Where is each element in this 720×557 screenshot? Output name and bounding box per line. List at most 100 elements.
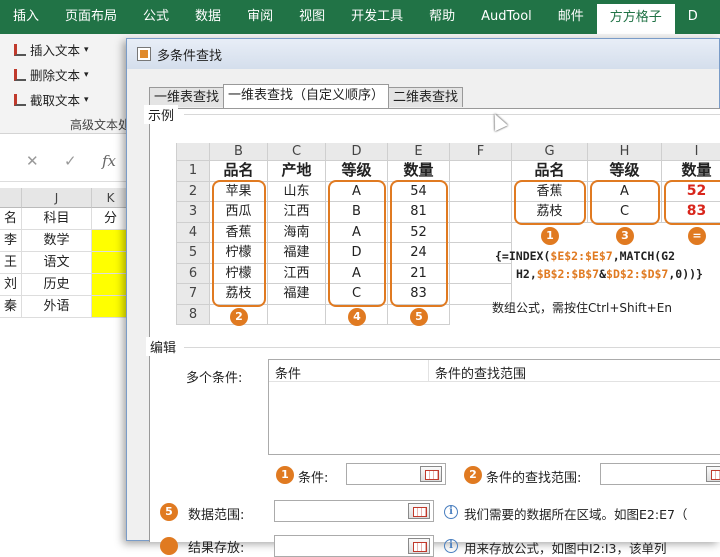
badge-1: 1	[276, 466, 294, 484]
grid-row-header: 5	[176, 243, 210, 264]
ribbon-tab[interactable]: D	[675, 0, 711, 34]
dialog-title-bar[interactable]: 多条件查找	[127, 39, 719, 69]
sheet-cell[interactable]: 分	[92, 208, 130, 230]
column-header-j[interactable]: J	[22, 188, 92, 208]
result-header-cell: 数量	[662, 161, 720, 182]
condition-range-label: 条件的查找范围:	[486, 471, 582, 486]
grid-column-header: F	[450, 143, 512, 161]
sheet-cell[interactable]: 语文	[22, 252, 92, 274]
ribbon-tab[interactable]: 方方格子	[596, 4, 675, 34]
sheet-cell[interactable]	[92, 252, 130, 274]
ribbon-tab[interactable]: 视图	[286, 0, 338, 34]
sheet-cell[interactable]	[92, 274, 130, 296]
sheet-cell[interactable]: 数学	[22, 230, 92, 252]
sheet-cell[interactable]: 李	[0, 230, 22, 252]
sheet-cell[interactable]: 科目	[22, 208, 92, 230]
grid-column-header: G	[512, 143, 588, 161]
ribbon-tab[interactable]: 数据	[182, 0, 234, 34]
ribbon-tab[interactable]: 插入	[0, 0, 52, 34]
tab-1d-lookup-custom-order[interactable]: 一维表查找（自定义顺序）	[223, 84, 390, 108]
grid-column-header: E	[388, 143, 450, 161]
ribbon-tab[interactable]: 公式	[130, 0, 182, 34]
conditions-list[interactable]: 条件 条件的查找范围	[268, 359, 720, 455]
column-condition[interactable]: 条件	[269, 360, 429, 382]
column-condition-range[interactable]: 条件的查找范围	[429, 360, 532, 382]
dialog-title: 多条件查找	[157, 48, 223, 64]
highlight-grade-column	[328, 179, 386, 307]
grid-column-header: H	[588, 143, 662, 161]
data-range-picker-button[interactable]	[408, 503, 430, 519]
grid-empty-cell	[450, 202, 512, 223]
badge-result-name: 1	[541, 226, 559, 245]
sheet-cell[interactable]: 秦	[0, 296, 22, 318]
edit-section-label: 编辑	[146, 337, 181, 356]
grid-empty-cell	[450, 181, 512, 202]
grid-row-header: 7	[176, 284, 210, 305]
worksheet[interactable]: J K 名科目分李数学王语文刘历史秦外语	[0, 188, 130, 541]
multi-condition-lookup-dialog: 多条件查找 一维表查找 一维表查找（自定义顺序） 二维表查找 示例 BCDEFG…	[126, 38, 720, 557]
badge-grade-column: 4	[348, 307, 366, 326]
sheet-cell[interactable]: 名	[0, 208, 22, 230]
grid-header-cell: 数量	[388, 161, 450, 182]
fx-icon[interactable]: fx	[102, 152, 116, 170]
tab-2d-lookup[interactable]: 二维表查找	[388, 87, 464, 107]
highlight-result-qty	[664, 179, 720, 225]
condition-range-picker-button[interactable]	[420, 466, 442, 482]
ribbon-tab[interactable]: 审阅	[234, 0, 286, 34]
cut-text-icon	[14, 93, 26, 106]
delete-text-button[interactable]: 删除文本 ▾	[14, 65, 89, 84]
sheet-cell[interactable]: 刘	[0, 274, 22, 296]
grid-row-header: 4	[176, 222, 210, 243]
ribbon-group-label: 高级文本处	[70, 118, 131, 132]
ribbon-tab[interactable]: 页面布局	[52, 0, 130, 34]
grid-data-cell: 海南	[268, 222, 326, 243]
data-range-label: 数据范围:	[188, 508, 245, 523]
badge-2: 2	[464, 466, 482, 484]
grid-header-cell: 产地	[268, 161, 326, 182]
cut-text-button[interactable]: 截取文本 ▾	[14, 90, 89, 109]
ribbon-tab[interactable]: 开发工具	[338, 0, 416, 34]
info-icon: i	[444, 539, 458, 553]
insert-text-button[interactable]: 插入文本 ▾	[14, 40, 89, 59]
enter-icon[interactable]: ✓	[64, 152, 77, 170]
formula-line-1: {=INDEX($E$2:$E$7,MATCH(G2	[495, 249, 676, 263]
column-header-i[interactable]	[0, 188, 22, 208]
sheet-cell[interactable]: 王	[0, 252, 22, 274]
sheet-cell[interactable]: 历史	[22, 274, 92, 296]
grid-column-header: B	[210, 143, 268, 161]
grid-data-cell: 福建	[268, 284, 326, 305]
ribbon-tab[interactable]: AudTool	[468, 0, 545, 34]
sheet-cell[interactable]	[92, 296, 130, 318]
column-header-k[interactable]: K	[92, 188, 130, 208]
highlight-result-name	[514, 179, 586, 225]
sheet-cell[interactable]	[92, 230, 130, 252]
badge-result	[160, 537, 178, 555]
grid-data-cell: 江西	[268, 263, 326, 284]
grid-empty-cell	[450, 161, 512, 182]
dialog-tabs: 一维表查找 一维表查找（自定义顺序） 二维表查找	[149, 84, 464, 108]
ribbon-tab[interactable]: 帮助	[416, 0, 468, 34]
result-location-picker-button[interactable]	[408, 538, 430, 554]
grid-data-cell: 江西	[268, 202, 326, 223]
multi-conditions-label: 多个条件:	[186, 371, 243, 386]
badge-result-qty: =	[688, 226, 706, 245]
app-icon	[137, 47, 151, 61]
edit-section-divider	[184, 347, 720, 348]
ribbon-tab[interactable]: 邮件	[545, 0, 597, 34]
grid-corner	[176, 143, 210, 161]
condition-label: 条件:	[298, 471, 329, 486]
grid-row-header: 6	[176, 263, 210, 284]
badge-qty-column: 5	[410, 307, 428, 326]
grid-column-header: C	[268, 143, 326, 161]
grid-row-header: 3	[176, 202, 210, 223]
conditions-list-header: 条件 条件的查找范围	[269, 360, 720, 382]
cancel-icon[interactable]: ✕	[26, 152, 39, 170]
highlight-name-column	[212, 179, 266, 307]
tab-1d-lookup[interactable]: 一维表查找	[149, 87, 225, 107]
condition-range-input[interactable]	[600, 463, 720, 485]
condition-lookup-range-picker-button[interactable]	[706, 466, 720, 482]
grid-empty-cell	[450, 222, 512, 243]
sheet-cell[interactable]: 外语	[22, 296, 92, 318]
array-formula-note: 数组公式，需按住Ctrl+Shift+En	[492, 301, 672, 315]
delete-text-label: 删除文本	[30, 68, 81, 83]
